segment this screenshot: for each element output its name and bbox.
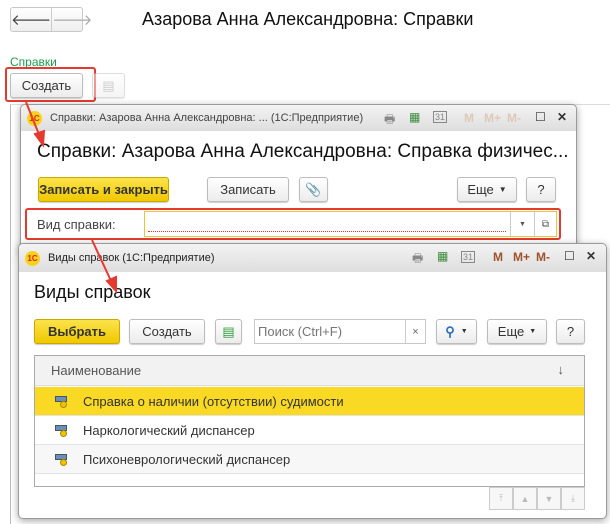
arrow-2 (91, 239, 113, 284)
annotation-arrows (25, 101, 117, 294)
arrow-1 (25, 101, 41, 138)
arrow-1-head (33, 129, 46, 148)
arrow-2-head (105, 275, 117, 294)
